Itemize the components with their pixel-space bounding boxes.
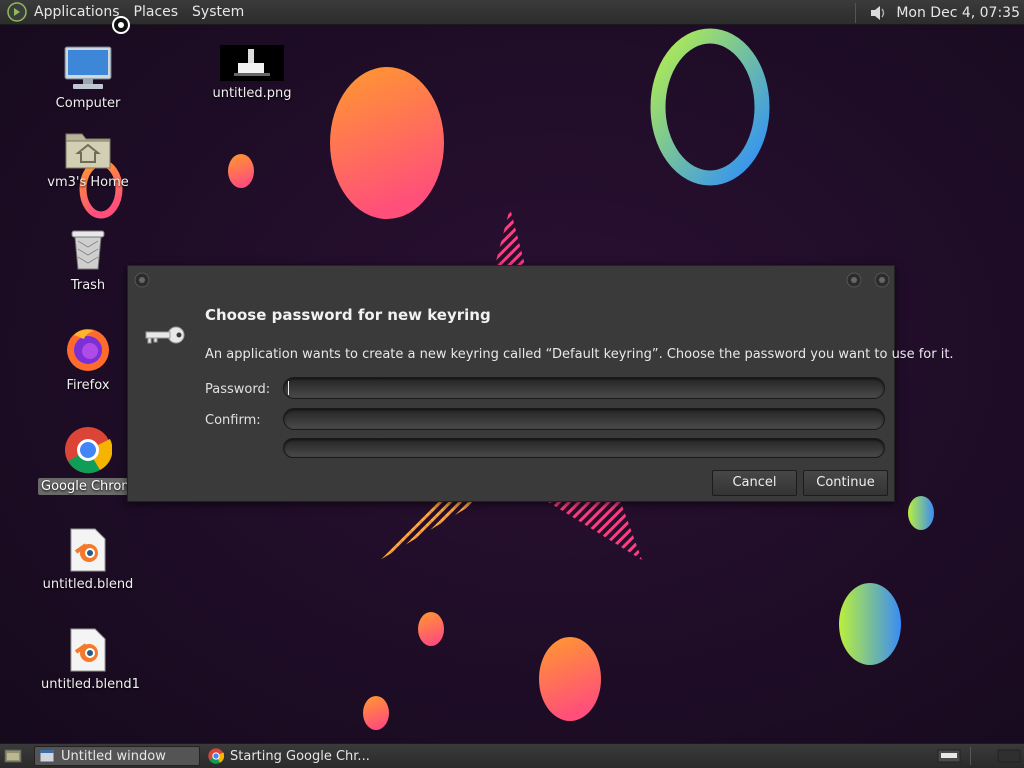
taskbar-item-untitled-window[interactable]: Untitled window	[34, 746, 200, 766]
firefox-icon	[67, 329, 109, 371]
desktop-icon-untitled-png[interactable]: untitled.png	[202, 45, 302, 102]
desktop-icon-untitled-blend[interactable]: untitled.blend	[38, 528, 138, 593]
workspace-separator	[970, 747, 971, 765]
desktop-icon-untitled-blend1[interactable]: untitled.blend1	[38, 628, 140, 693]
tray-separator	[855, 2, 857, 23]
blender-file-icon	[70, 528, 106, 572]
desktop-icon-computer[interactable]: Computer	[38, 45, 138, 112]
bottom-panel: Untitled window Starting Google Chr...	[0, 743, 1024, 768]
workspace-1-button[interactable]	[937, 748, 961, 764]
menu-places[interactable]: Places	[127, 0, 186, 25]
top-panel: Applications Places System Mon Dec 4, 07…	[0, 0, 1024, 25]
confirm-label: Confirm:	[205, 413, 261, 428]
menu-system[interactable]: System	[185, 0, 251, 25]
desktop-icon-label: Firefox	[66, 378, 110, 393]
taskbar-item-label: Untitled window	[61, 748, 166, 764]
desktop-icon-firefox[interactable]: Firefox	[38, 325, 138, 394]
text-caret	[288, 381, 289, 395]
window-menu-button[interactable]	[134, 272, 150, 288]
trash-icon	[71, 230, 105, 270]
desktop-icon-label: vm3's Home	[47, 175, 129, 190]
taskbar-item-starting-chrome[interactable]: Starting Google Chr...	[204, 746, 376, 766]
clock[interactable]: Mon Dec 4, 07:35	[896, 5, 1024, 21]
key-icon	[145, 326, 185, 344]
password-strength-bar	[283, 438, 885, 458]
workspace-2-button[interactable]	[997, 748, 1021, 764]
blender-file-icon	[70, 628, 106, 672]
distro-logo-icon[interactable]	[7, 2, 27, 22]
busy-cursor-icon	[112, 16, 130, 34]
chrome-icon	[65, 427, 112, 474]
computer-icon	[64, 46, 112, 89]
chrome-icon	[208, 748, 224, 764]
desktop-icon-label: Computer	[55, 96, 121, 111]
show-desktop-icon[interactable]	[4, 748, 22, 764]
desktop-icon-label: untitled.blend1	[41, 677, 140, 692]
desktop-icon-label: untitled.blend	[42, 577, 134, 592]
volume-icon[interactable]	[868, 3, 888, 23]
desktop-icon-trash[interactable]: Trash	[38, 227, 138, 294]
password-label: Password:	[205, 382, 271, 397]
confirm-input[interactable]	[283, 408, 885, 430]
continue-button[interactable]: Continue	[803, 470, 888, 496]
minimize-button[interactable]	[846, 272, 862, 288]
system-tray: Mon Dec 4, 07:35	[855, 0, 1024, 25]
home-folder-icon	[65, 133, 111, 169]
desktop-icon-home[interactable]: vm3's Home	[38, 128, 138, 191]
image-thumbnail-icon	[220, 45, 284, 81]
keyring-password-dialog: Choose password for new keyring An appli…	[127, 265, 954, 502]
dialog-message: An application wants to create a new key…	[205, 347, 954, 362]
close-button[interactable]	[874, 272, 890, 288]
window-icon	[39, 749, 55, 763]
dialog-title: Choose password for new keyring	[205, 306, 491, 324]
taskbar-item-label: Starting Google Chr...	[230, 748, 370, 764]
dialog-titlebar[interactable]	[128, 266, 894, 294]
password-input[interactable]	[283, 377, 885, 399]
desktop-icon-label: untitled.png	[212, 86, 292, 101]
cancel-button[interactable]: Cancel	[712, 470, 797, 496]
desktop-icon-chrome[interactable]: Google Chrome	[38, 426, 145, 495]
desktop-icon-label: Trash	[70, 278, 106, 293]
